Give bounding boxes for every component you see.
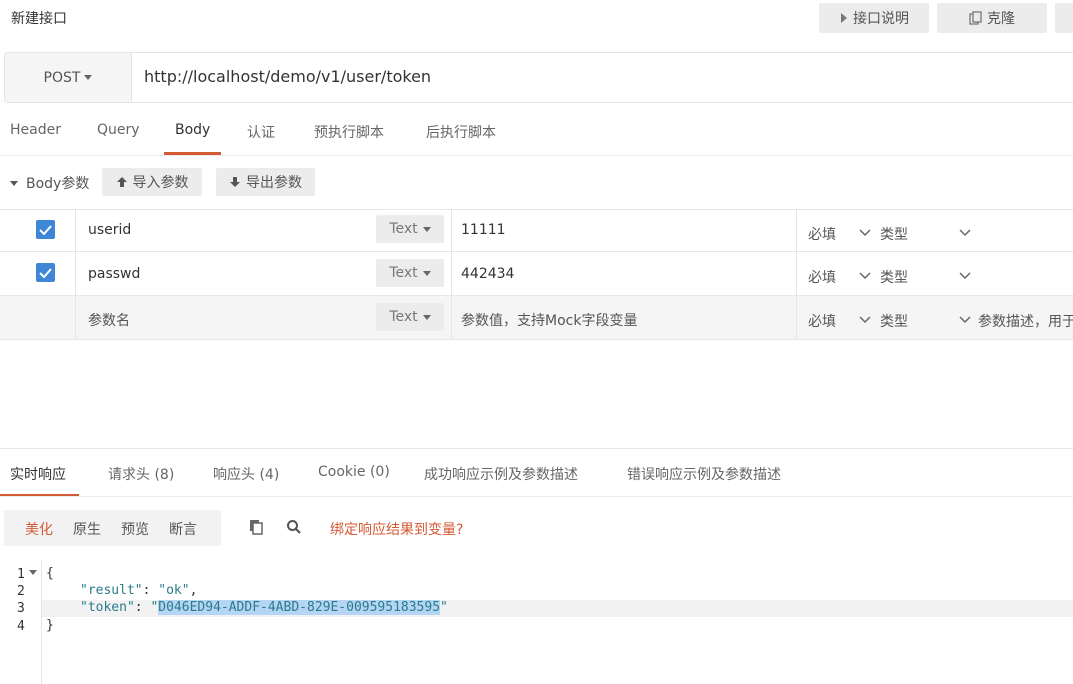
param-value[interactable]: 11111 xyxy=(461,222,506,238)
tab-post-script[interactable]: 后执行脚本 xyxy=(426,122,496,142)
column-divider xyxy=(796,210,797,340)
arrow-down-icon xyxy=(230,177,240,187)
caret-down-icon xyxy=(422,270,431,276)
param-checkbox[interactable] xyxy=(36,220,55,239)
copy-icon xyxy=(969,11,982,25)
type-select[interactable]: 类型 xyxy=(880,267,908,287)
param-type-select[interactable]: Text xyxy=(376,303,444,331)
tab-error-example[interactable]: 错误响应示例及参数描述 xyxy=(627,464,781,484)
bind-response-link[interactable]: 绑定响应结果到变量? xyxy=(330,519,463,539)
code-line[interactable]: "token": "D046ED94-ADDF-4ABD-829E-009595… xyxy=(80,600,448,615)
caret-down-icon xyxy=(422,226,431,232)
tabs-divider xyxy=(0,496,1073,497)
play-icon xyxy=(841,13,847,23)
param-type-select[interactable]: Text xyxy=(376,215,444,243)
code-line[interactable]: "result": "ok", xyxy=(80,583,197,598)
clone-button[interactable]: 克隆 xyxy=(937,3,1047,33)
preview-button[interactable]: 预览 xyxy=(121,519,149,539)
required-select[interactable]: 必填 xyxy=(808,311,836,331)
code-line[interactable]: { xyxy=(46,566,54,581)
tab-pre-script[interactable]: 预执行脚本 xyxy=(314,122,384,142)
tab-query[interactable]: Query xyxy=(97,122,140,138)
tab-request-headers[interactable]: 请求头 (8) xyxy=(108,464,174,484)
more-button[interactable] xyxy=(1055,3,1073,33)
line-number: 2 xyxy=(17,584,25,599)
json-key: "token" xyxy=(80,600,135,615)
type-select[interactable]: 类型 xyxy=(880,311,908,331)
json-brace: { xyxy=(46,566,54,581)
search-icon[interactable] xyxy=(286,519,302,535)
tab-header[interactable]: Header xyxy=(10,122,61,138)
param-type-label: Text xyxy=(389,309,418,325)
clipboard-icon[interactable] xyxy=(248,519,264,535)
clone-label: 克隆 xyxy=(987,11,1015,27)
section-divider xyxy=(0,448,1073,449)
tab-cookie[interactable]: Cookie (0) xyxy=(318,464,390,480)
url-input[interactable]: http://localhost/demo/v1/user/token xyxy=(144,67,431,86)
param-type-label: Text xyxy=(389,221,418,237)
tabs-divider xyxy=(0,155,1073,156)
tab-body[interactable]: Body xyxy=(175,122,210,138)
method-label: POST xyxy=(43,69,81,86)
export-params-button[interactable]: 导出参数 xyxy=(216,168,315,196)
required-select[interactable]: 必填 xyxy=(808,224,836,244)
chevron-down-icon[interactable] xyxy=(859,229,871,237)
assert-button[interactable]: 断言 xyxy=(169,519,197,539)
line-number: 3 xyxy=(17,601,25,616)
line-number: 1 xyxy=(17,567,25,582)
export-params-label: 导出参数 xyxy=(246,175,302,191)
body-params-label: Body参数 xyxy=(26,176,90,192)
check-icon xyxy=(39,267,52,278)
param-row xyxy=(0,209,1073,252)
chevron-down-icon[interactable] xyxy=(959,316,971,324)
json-value: "ok" xyxy=(158,583,190,598)
type-select[interactable]: 类型 xyxy=(880,224,908,244)
param-name-input[interactable]: 参数名 xyxy=(88,310,130,330)
line-number: 4 xyxy=(17,619,25,634)
code-line[interactable]: } xyxy=(46,618,54,633)
chevron-down-icon[interactable] xyxy=(959,229,971,237)
column-divider xyxy=(451,210,452,340)
tab-auth[interactable]: 认证 xyxy=(247,122,275,142)
tab-success-example[interactable]: 成功响应示例及参数描述 xyxy=(424,464,578,484)
param-name[interactable]: userid xyxy=(88,222,131,238)
token-value-selected[interactable]: D046ED94-ADDF-4ABD-829E-009595183595 xyxy=(158,600,441,615)
json-quote: " xyxy=(440,600,448,615)
arrow-up-icon xyxy=(116,177,127,187)
param-type-label: Text xyxy=(389,265,418,281)
body-params-toggle[interactable]: Body参数 xyxy=(10,173,89,193)
import-params-button[interactable]: 导入参数 xyxy=(102,168,202,196)
required-select[interactable]: 必填 xyxy=(808,267,836,287)
api-doc-label: 接口说明 xyxy=(853,11,909,27)
method-select[interactable]: POST xyxy=(5,53,132,102)
param-row xyxy=(0,252,1073,296)
param-value-input[interactable]: 参数值，支持Mock字段变量 xyxy=(461,310,637,330)
caret-down-icon xyxy=(10,180,18,186)
raw-button[interactable]: 原生 xyxy=(73,519,101,539)
import-params-label: 导入参数 xyxy=(132,175,189,191)
param-type-select[interactable]: Text xyxy=(376,259,444,287)
api-doc-button[interactable]: 接口说明 xyxy=(819,3,929,33)
param-name[interactable]: passwd xyxy=(88,266,140,282)
param-desc-input[interactable]: 参数描述，用于 xyxy=(978,311,1073,331)
column-divider xyxy=(75,210,76,340)
param-value[interactable]: 442434 xyxy=(461,266,514,282)
page-title: 新建接口 xyxy=(11,11,67,27)
tab-response-headers[interactable]: 响应头 (4) xyxy=(213,464,279,484)
chevron-down-icon[interactable] xyxy=(859,316,871,324)
json-key: "result" xyxy=(80,583,143,598)
json-brace: } xyxy=(46,618,54,633)
check-icon xyxy=(39,224,52,235)
pretty-button[interactable]: 美化 xyxy=(25,519,53,539)
chevron-down-icon[interactable] xyxy=(859,272,871,280)
tab-live-response[interactable]: 实时响应 xyxy=(10,464,66,484)
chevron-down-icon[interactable] xyxy=(959,272,971,280)
param-checkbox[interactable] xyxy=(36,263,55,282)
fold-icon[interactable] xyxy=(29,570,37,576)
caret-down-icon xyxy=(422,314,431,320)
caret-down-icon xyxy=(84,75,93,80)
